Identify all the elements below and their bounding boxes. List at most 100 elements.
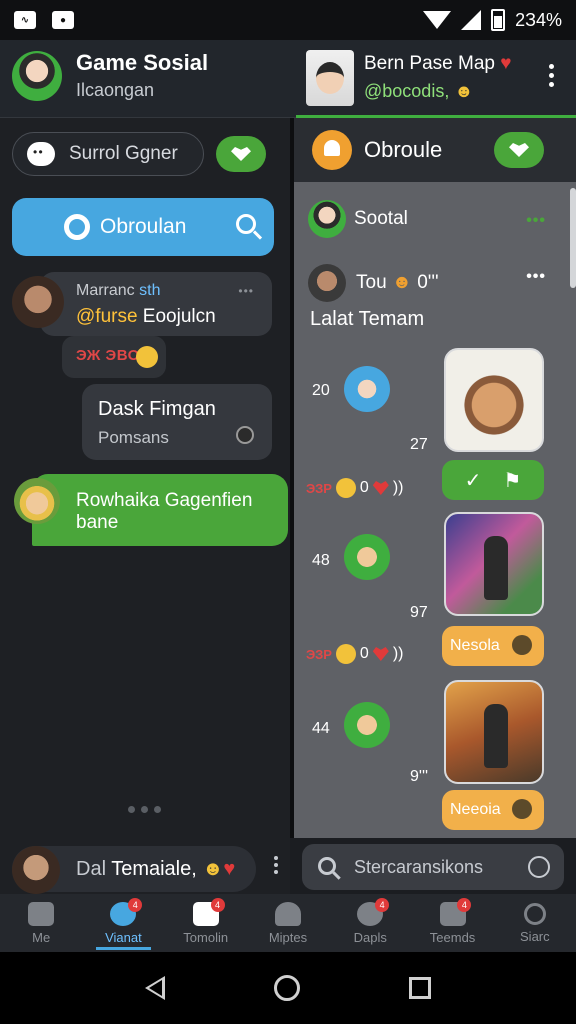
record-icon: ● bbox=[52, 11, 74, 29]
chat-bubble-icon bbox=[27, 142, 55, 166]
feed-avatar[interactable] bbox=[344, 366, 390, 412]
action-button[interactable]: Neeoia bbox=[442, 790, 544, 830]
bottom-search-input[interactable] bbox=[354, 852, 524, 882]
tab-label: Dapls bbox=[353, 929, 387, 945]
feed-image-card[interactable] bbox=[444, 512, 544, 616]
reaction-row[interactable]: ЭЗР 0 )) bbox=[306, 644, 403, 664]
emoji-icon bbox=[335, 644, 356, 664]
message-more-icon[interactable]: ••• bbox=[238, 284, 254, 298]
tab-label: Miptes bbox=[268, 929, 308, 945]
bottom-tab-bar: Me 4 Vianat 4 Tomolin Miptes 4 Dapls 4 T… bbox=[0, 894, 576, 952]
app-header: Game Sosial Ilcaongan Bern Pase Map ♥ @b… bbox=[0, 40, 576, 118]
check-icon: ✓ bbox=[464, 469, 482, 492]
message-mention: @furse bbox=[76, 306, 138, 327]
emoji-picker-icon[interactable] bbox=[528, 856, 550, 878]
notification-icon: ∿ bbox=[14, 11, 36, 29]
post-header[interactable]: Tou ☻ 0''' bbox=[308, 264, 439, 302]
post-author: Tou bbox=[356, 272, 387, 293]
tab-label: Siarc bbox=[520, 928, 550, 944]
message-title: Dask Fimgan bbox=[98, 398, 216, 420]
more-options-icon[interactable] bbox=[549, 64, 554, 87]
compose-label-prefix: Dal bbox=[76, 858, 107, 880]
wifi-icon bbox=[423, 11, 452, 29]
chat-message-own[interactable]: Rowhaika Gagenfien bane bbox=[32, 474, 288, 546]
feed-avatar[interactable] bbox=[344, 702, 390, 748]
status-bar: ∿ ● 2З4% bbox=[0, 0, 576, 40]
ball-icon bbox=[236, 426, 254, 444]
search-pill[interactable]: Surrol Ggner bbox=[12, 132, 204, 176]
reaction-row[interactable]: ЭЗР 0 )) bbox=[306, 478, 403, 498]
feed-count: 48 bbox=[312, 552, 330, 569]
action-button[interactable]: Nesola bbox=[442, 626, 544, 666]
accept-button[interactable]: ✓ ⚑ bbox=[442, 460, 544, 500]
tab-miptes[interactable]: Miptes bbox=[247, 894, 329, 952]
feed-avatar[interactable] bbox=[344, 534, 390, 580]
sender-avatar[interactable] bbox=[14, 478, 60, 524]
tab-dapls[interactable]: 4 Dapls bbox=[329, 894, 411, 952]
heart-icon bbox=[372, 481, 389, 495]
tab-label: Teemds bbox=[429, 929, 476, 945]
tab-tomolin[interactable]: 4 Tomolin bbox=[165, 894, 247, 952]
sender-avatar[interactable] bbox=[12, 276, 64, 328]
chat-message[interactable]: Dask Fimgan Pomsans bbox=[82, 384, 272, 460]
compose-label: Temaiale, bbox=[106, 858, 197, 880]
home-icon bbox=[28, 901, 55, 926]
reaction-tail: )) bbox=[392, 479, 404, 496]
post-more-icon[interactable]: ••• bbox=[526, 268, 546, 286]
social-avatar bbox=[308, 200, 346, 238]
tab-label: Vianat bbox=[105, 929, 142, 945]
chat-message[interactable]: Marranc sth @furse Eoojulcn ••• bbox=[40, 272, 272, 336]
action-button-label: Neeoia bbox=[450, 801, 501, 818]
favorite-toggle-button[interactable] bbox=[494, 132, 544, 168]
message-sender-tag: sth bbox=[139, 282, 161, 299]
tab-me[interactable]: Me bbox=[0, 894, 82, 952]
search-bar[interactable]: Obroulan bbox=[12, 198, 274, 256]
people-icon bbox=[274, 901, 301, 926]
favorite-toggle-button[interactable] bbox=[216, 136, 266, 172]
tab-siarc[interactable]: Siarc bbox=[494, 894, 576, 952]
notification-badge: 4 bbox=[128, 898, 143, 912]
compose-bar[interactable]: Dal Temaiale, ☻♥ bbox=[0, 838, 290, 894]
emoji-icon bbox=[335, 478, 356, 498]
search-icon bbox=[318, 857, 336, 875]
social-row[interactable]: Sootal bbox=[308, 200, 408, 238]
notification-badge: 4 bbox=[210, 898, 225, 912]
social-label: Sootal bbox=[354, 208, 408, 229]
battery-text: 2З4% bbox=[515, 9, 562, 30]
emoji-icon: ☻ bbox=[454, 81, 474, 101]
battery-icon bbox=[491, 9, 506, 31]
tab-teemds[interactable]: 4 Teemds bbox=[411, 894, 493, 952]
notification-badge: 4 bbox=[457, 898, 472, 912]
action-button-label: Nesola bbox=[450, 637, 500, 654]
chat-list-pane: Surrol Ggner Obroulan Marranc sth @furse… bbox=[0, 118, 290, 838]
home-button-icon[interactable] bbox=[273, 975, 300, 1001]
coin-icon bbox=[512, 635, 532, 655]
chat-message[interactable]: ЭЖ ЭВО2 bbox=[62, 336, 166, 378]
user-avatar[interactable] bbox=[12, 50, 62, 101]
feed-image-card[interactable] bbox=[444, 680, 544, 784]
reaction-count: 0 bbox=[359, 645, 369, 662]
notification-bell-icon[interactable] bbox=[312, 130, 352, 170]
contact-avatar bbox=[306, 49, 354, 106]
active-chat-header[interactable]: Bern Pase Map ♥ @bocodis, ☻ bbox=[296, 40, 576, 118]
heart-icon: ♥ bbox=[223, 858, 236, 880]
social-more-icon[interactable]: ••• bbox=[526, 212, 546, 230]
search-icon bbox=[523, 902, 546, 925]
feed-title: Obroule bbox=[364, 137, 443, 162]
page-indicator bbox=[128, 806, 161, 813]
search-icon[interactable] bbox=[236, 214, 256, 234]
post-meta: 0''' bbox=[417, 272, 439, 293]
search-logo-icon bbox=[64, 214, 90, 240]
search-pill-label: Surrol Ggner bbox=[69, 143, 178, 164]
recents-icon[interactable] bbox=[409, 977, 432, 999]
feed-count: 44 bbox=[312, 720, 330, 737]
feed-image-card[interactable] bbox=[444, 348, 544, 452]
more-options-icon[interactable] bbox=[274, 856, 278, 874]
back-icon[interactable] bbox=[144, 976, 165, 1000]
tab-vianat[interactable]: 4 Vianat bbox=[82, 894, 164, 952]
emoji-icon: ☻ bbox=[202, 858, 224, 880]
bottom-search-bar[interactable] bbox=[302, 844, 564, 890]
feed-count: 27 bbox=[410, 436, 428, 453]
scrollbar[interactable] bbox=[570, 188, 576, 288]
flag-icon: ⚑ bbox=[503, 469, 522, 492]
